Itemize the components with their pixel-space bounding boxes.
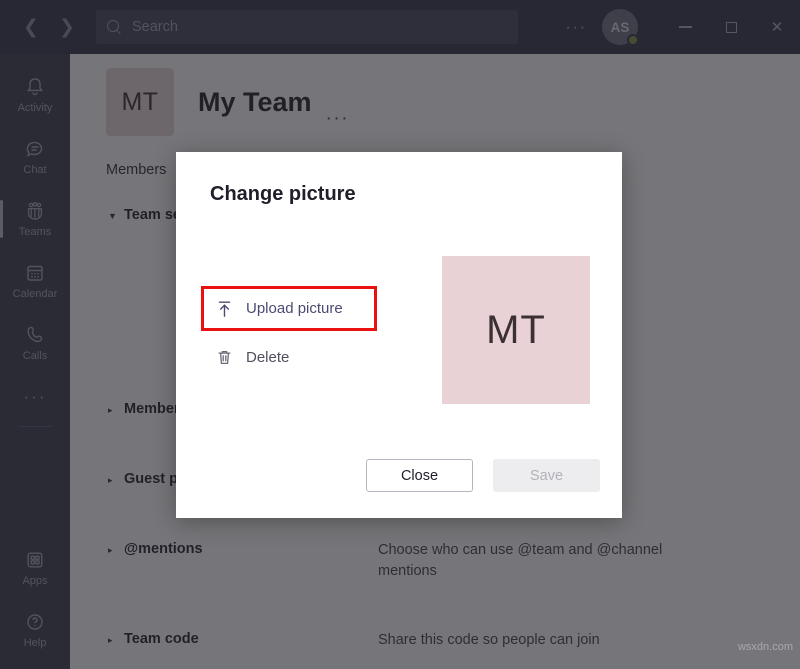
teams-app-window: ❮ ❯ Search ··· AS ✕ Activity: [0, 0, 800, 669]
picture-preview: MT: [442, 256, 590, 404]
upload-picture-label: Upload picture: [246, 300, 343, 317]
watermark: wsxdn.com: [737, 641, 793, 653]
dialog-buttons: Close Save: [366, 459, 600, 492]
delete-picture-label: Delete: [246, 348, 290, 366]
delete-picture-button[interactable]: Delete: [204, 338, 404, 376]
dialog-title: Change picture: [210, 183, 356, 205]
upload-icon: [216, 299, 233, 318]
dialog-actions: Upload picture Delete: [201, 286, 404, 376]
close-button[interactable]: Close: [366, 459, 473, 492]
change-picture-dialog: Change picture Upload picture Delete MT …: [176, 152, 622, 518]
upload-picture-button[interactable]: Upload picture: [201, 286, 377, 331]
save-button: Save: [493, 459, 600, 492]
trash-icon: [216, 348, 233, 367]
